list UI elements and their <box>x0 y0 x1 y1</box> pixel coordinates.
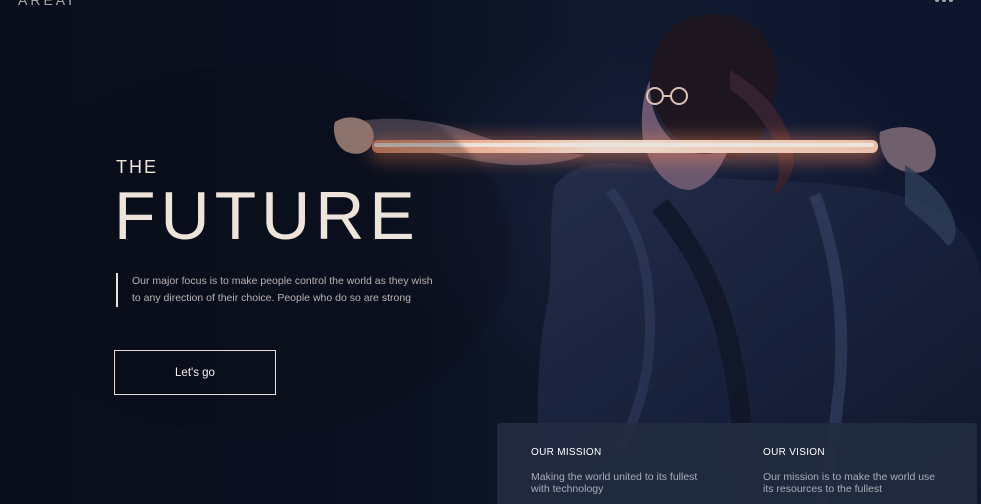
mission-title: OUR MISSION <box>531 447 602 458</box>
hero-overline: THE <box>116 157 158 177</box>
vision-text: Our mission is to make the world use its… <box>763 471 936 495</box>
mission-text: Making the world united to its fullest w… <box>531 471 698 495</box>
mission-vision-panel: OUR MISSION Making the world united to i… <box>497 423 977 504</box>
tagline-line-1: Our major focus is to make people contro… <box>132 275 433 287</box>
landing-page: AREAI THE FUTURE Our major focus is to m… <box>0 0 981 504</box>
vision-card: OUR VISION Our mission is to make the wo… <box>763 447 953 495</box>
hero-title: FUTURE <box>114 178 420 254</box>
hero-tagline: Our major focus is to make people contro… <box>116 273 476 307</box>
vision-title: OUR VISION <box>763 447 825 458</box>
lets-go-button[interactable]: Let's go <box>114 350 276 395</box>
tagline-line-2: to any direction of their choice. People… <box>132 292 411 304</box>
mission-card: OUR MISSION Making the world united to i… <box>531 447 721 495</box>
